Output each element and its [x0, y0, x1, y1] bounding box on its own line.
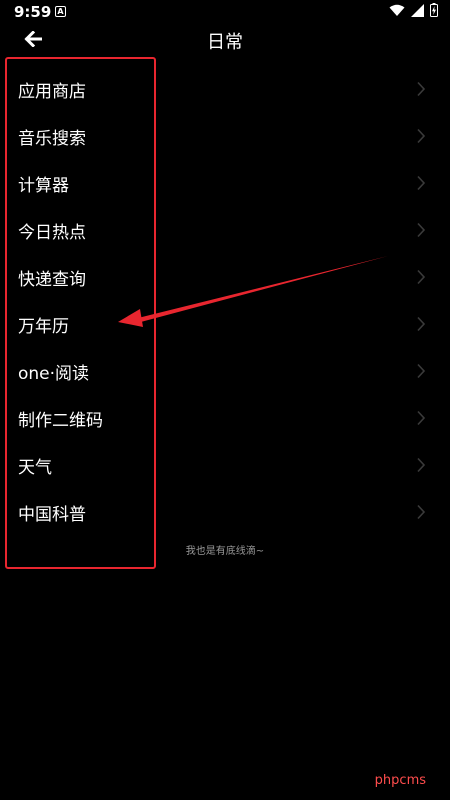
menu-item-weather[interactable]: 天气 [0, 442, 450, 489]
status-time: 9:59 [14, 3, 52, 21]
chevron-right-icon [417, 363, 426, 379]
menu-item-label: 计算器 [18, 176, 69, 196]
chevron-right-icon [417, 316, 426, 332]
a-notification-icon: A [55, 6, 66, 17]
chevron-right-icon [417, 269, 426, 285]
status-icons [389, 3, 438, 17]
chevron-right-icon [417, 175, 426, 191]
menu-item-label: 天气 [18, 458, 52, 478]
chevron-right-icon [417, 128, 426, 144]
menu-item-label: 制作二维码 [18, 411, 103, 431]
menu-item-hot-news[interactable]: 今日热点 [0, 207, 450, 254]
menu-item-label: 万年历 [18, 317, 69, 337]
menu-item-label: one·阅读 [18, 364, 90, 384]
chevron-right-icon [417, 457, 426, 473]
menu-list: 应用商店 音乐搜索 计算器 今日热点 快递查询 万年历 one·阅读 制作二维码… [0, 66, 450, 536]
chevron-right-icon [417, 410, 426, 426]
menu-item-calendar[interactable]: 万年历 [0, 301, 450, 348]
menu-item-music-search[interactable]: 音乐搜索 [0, 113, 450, 160]
menu-item-qr-code[interactable]: 制作二维码 [0, 395, 450, 442]
app-bar: 日常 [0, 24, 450, 54]
chevron-right-icon [417, 81, 426, 97]
menu-item-calculator[interactable]: 计算器 [0, 160, 450, 207]
page-title: 日常 [207, 32, 243, 53]
menu-item-label: 应用商店 [18, 82, 86, 102]
menu-item-app-store[interactable]: 应用商店 [0, 66, 450, 113]
battery-icon [430, 3, 438, 17]
menu-item-label: 快递查询 [18, 270, 86, 290]
wifi-icon [389, 4, 405, 16]
chevron-right-icon [417, 222, 426, 238]
cellular-signal-icon [411, 3, 424, 17]
chevron-right-icon [417, 504, 426, 520]
menu-item-science[interactable]: 中国科普 [0, 489, 450, 536]
menu-item-label: 今日热点 [18, 223, 86, 243]
end-of-list-note: 我也是有底线滴~ [185, 546, 265, 557]
menu-item-one-reading[interactable]: one·阅读 [0, 348, 450, 395]
status-bar: 9:59 A [0, 0, 450, 24]
menu-item-express-query[interactable]: 快递查询 [0, 254, 450, 301]
watermark: phpcms [374, 773, 426, 788]
menu-item-label: 音乐搜索 [18, 129, 86, 149]
menu-item-label: 中国科普 [18, 505, 86, 525]
